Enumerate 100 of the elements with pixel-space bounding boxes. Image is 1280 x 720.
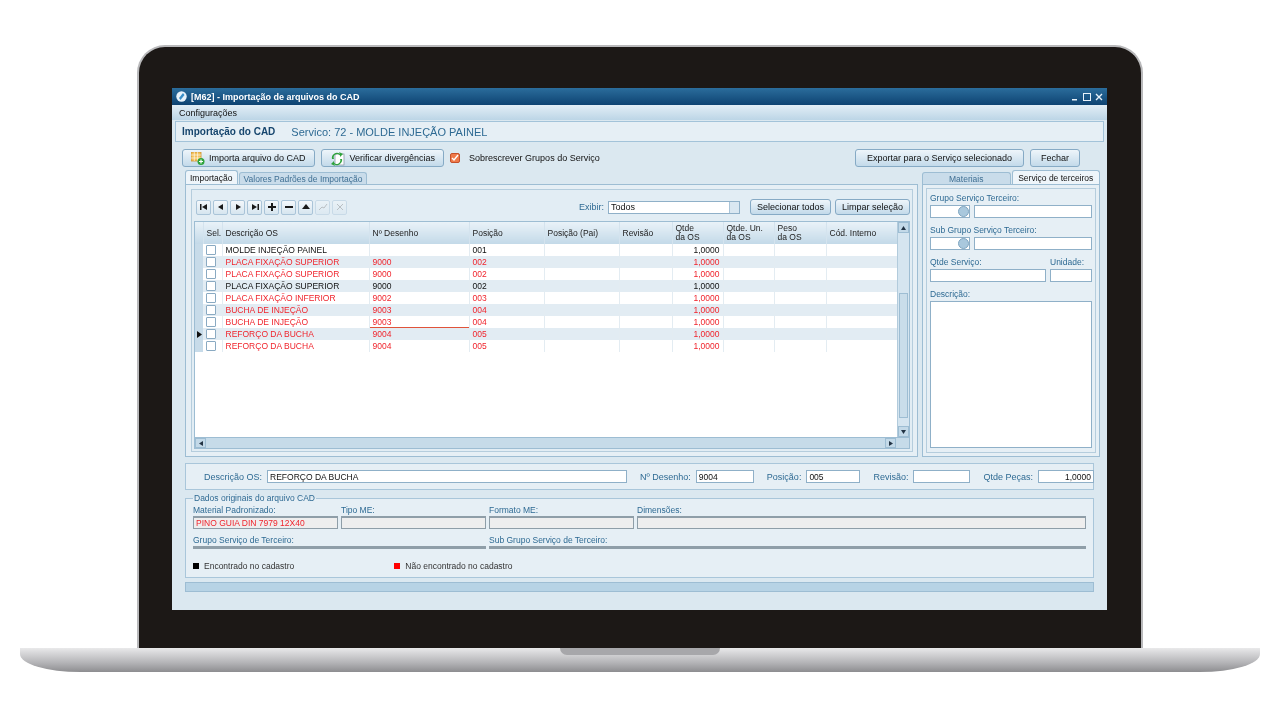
toolbar-button[interactable]: Fechar [1030, 149, 1080, 167]
overwrite-checkbox[interactable] [450, 153, 461, 163]
field-label: Formato ME: [489, 505, 540, 515]
tab[interactable]: Importação [185, 170, 238, 184]
table-cell: BUCHA DE INJEÇÃO [225, 305, 309, 315]
scroll-right-icon[interactable] [888, 440, 893, 446]
tab[interactable]: Valores Padrões de Importação [238, 172, 368, 184]
checkbox-label: Sobrescrever Grupos do Serviço [469, 153, 600, 163]
table-cell: 1,0000 [693, 341, 720, 351]
table-cell: PLACA FIXAÇÃO SUPERIOR [225, 269, 340, 279]
table-cell: 1,0000 [693, 269, 720, 279]
text-field[interactable]: 1,0000 [1037, 470, 1094, 483]
row-checkbox[interactable] [206, 329, 216, 339]
last-record-icon[interactable] [247, 199, 262, 215]
grid-button[interactable]: Selecionar todos [749, 199, 831, 215]
readonly-field: PINO GUIA DIN 7979 12X40 [193, 516, 338, 529]
text-field[interactable]: 9004 [695, 470, 754, 483]
row-checkbox[interactable] [206, 269, 216, 279]
column-header[interactable]: Nº Desenho [369, 222, 469, 244]
table-cell: 1,0000 [693, 293, 720, 303]
previous-record-icon[interactable] [213, 199, 228, 215]
code-field[interactable] [930, 237, 970, 250]
text-field[interactable]: REFORÇO DA BUCHA [267, 470, 628, 483]
table-cell: 001 [472, 245, 487, 255]
filter-select[interactable]: Todos [607, 200, 740, 214]
plus-icon[interactable] [264, 199, 279, 215]
legend-label: Encontrado no cadastro [204, 561, 295, 571]
code-field[interactable] [930, 205, 970, 218]
filter-label: Exibir: [578, 202, 604, 212]
app-logo-icon [176, 91, 187, 102]
table-cell: REFORÇO DA BUCHA [225, 341, 314, 351]
table-cell: 9000 [372, 257, 392, 267]
table-cell: PLACA FIXAÇÃO SUPERIOR [225, 281, 340, 291]
field-label: Unidade: [1050, 257, 1086, 267]
column-header[interactable]: Qtde da OS [672, 222, 723, 244]
table-cell: 9000 [372, 281, 392, 291]
name-field[interactable] [974, 205, 1092, 218]
unit-field[interactable] [1050, 269, 1092, 282]
table-cell: 1,0000 [693, 317, 720, 327]
table-cell: 005 [472, 329, 487, 339]
toolbar-button[interactable]: Exportar para o Serviço selecionado [854, 149, 1024, 167]
next-record-icon[interactable] [230, 199, 245, 215]
table-cell: 1,0000 [693, 329, 720, 339]
scroll-left-icon[interactable] [198, 440, 203, 446]
table-cell: 1,0000 [693, 257, 720, 267]
field-label: Sub Grupo Serviço de Terceiro: [489, 535, 609, 545]
row-checkbox[interactable] [206, 305, 216, 315]
field-label: Descrição: [930, 289, 972, 299]
first-record-icon[interactable] [196, 199, 211, 215]
column-header[interactable]: Revisão [619, 222, 672, 244]
table-cell: 1,0000 [693, 245, 720, 255]
legend-label: Não encontrado no cadastro [405, 561, 513, 571]
vertical-scrollbar[interactable] [897, 222, 909, 437]
name-field[interactable] [974, 237, 1092, 250]
table-cell: REFORÇO DA BUCHA [225, 329, 314, 339]
table-cell: 002 [472, 257, 487, 267]
text-field[interactable] [913, 470, 971, 483]
ellipsis-icon[interactable] [958, 206, 969, 217]
row-checkbox[interactable] [206, 281, 216, 291]
column-header[interactable]: Posição [469, 222, 544, 244]
field-label: Revisão: [873, 471, 909, 482]
scroll-down-icon[interactable] [901, 429, 907, 434]
table-cell: 002 [472, 281, 487, 291]
table-cell: 004 [472, 317, 487, 327]
row-checkbox[interactable] [206, 257, 216, 267]
menu-item[interactable]: Configurações [179, 107, 238, 118]
scroll-up-icon[interactable] [901, 225, 907, 230]
tab[interactable]: Serviço de terceiros [1011, 170, 1100, 184]
horizontal-scrollbar[interactable] [195, 437, 909, 448]
column-header[interactable]: Posição (Pai) [544, 222, 619, 244]
column-header[interactable]: Cód. Interno [826, 222, 898, 244]
table-cell: PLACA FIXAÇÃO INFERIOR [225, 293, 336, 303]
description-field[interactable] [930, 301, 1092, 448]
column-header[interactable]: Qtde. Un. da OS [723, 222, 774, 244]
text-field[interactable]: 005 [806, 470, 861, 483]
row-checkbox[interactable] [206, 317, 216, 327]
column-header[interactable]: Descrição OS [222, 222, 369, 244]
field-label: Material Padronizado: [193, 505, 277, 515]
toolbar-button[interactable]: Verificar divergências [320, 149, 445, 167]
form-title: Importação do CAD [182, 126, 276, 137]
row-checkbox[interactable] [206, 293, 216, 303]
field-label: Posição: [766, 471, 802, 482]
row-checkbox[interactable] [206, 341, 216, 351]
document-arrows-icon [329, 150, 346, 166]
tab[interactable]: Materiais [922, 172, 1011, 184]
maximize-icon[interactable] [1083, 92, 1091, 101]
minus-icon[interactable] [281, 199, 296, 215]
column-header[interactable]: Peso da OS [774, 222, 826, 244]
quantity-field[interactable] [930, 269, 1046, 282]
field-label: Qtde Serviço: [930, 257, 982, 267]
table-cell: 005 [472, 341, 487, 351]
grid-plus-icon [191, 151, 205, 165]
close-icon[interactable] [1095, 92, 1103, 101]
grid-button[interactable]: Limpar seleção [834, 199, 910, 215]
ellipsis-icon[interactable] [958, 238, 969, 249]
field-label: Descrição OS: [204, 471, 263, 482]
table-cell: MOLDE INJEÇÃO PAINEL [225, 245, 327, 255]
toolbar-button[interactable]: Importa arquivo do CAD [182, 149, 315, 167]
window-title: [M62] - Importação de arquivos do CAD [191, 91, 361, 102]
row-checkbox[interactable] [206, 245, 216, 255]
